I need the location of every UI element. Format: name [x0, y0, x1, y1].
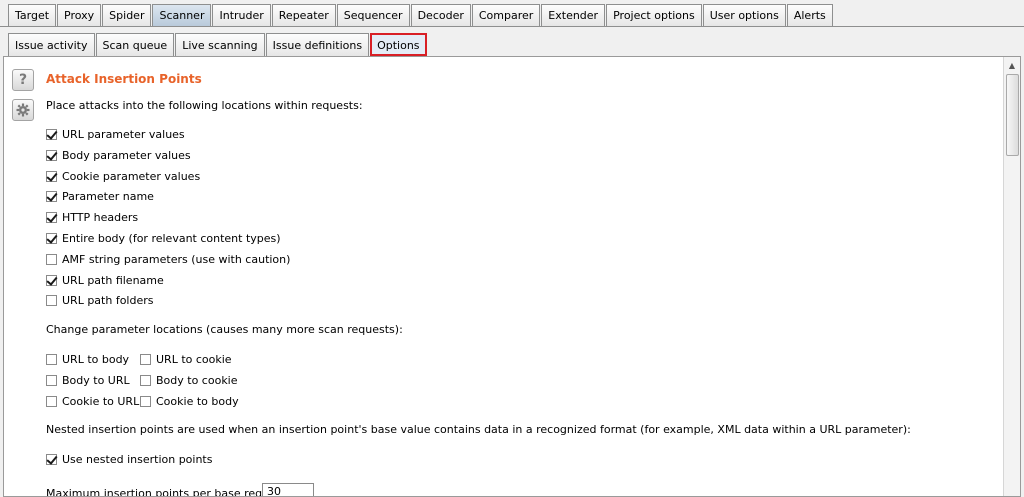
tab-sequencer[interactable]: Sequencer	[336, 4, 410, 26]
change-location-checkbox-1[interactable]: URL to body	[46, 353, 129, 366]
checkbox-box[interactable]	[46, 253, 57, 265]
location-checkbox-5[interactable]: HTTP headers	[46, 211, 138, 224]
checkbox-box[interactable]	[46, 129, 57, 140]
gear-icon-graphic	[16, 103, 30, 117]
checkbox-box[interactable]	[46, 354, 57, 365]
checkbox-box[interactable]	[46, 375, 57, 386]
tab-scanner[interactable]: Scanner	[152, 4, 212, 26]
scroll-up-icon[interactable]: ▲	[1004, 57, 1020, 73]
options-panel: ? Attack Insertion Points Place attacks …	[3, 56, 1021, 497]
location-checkbox-6[interactable]: Entire body (for relevant content types)	[46, 232, 281, 245]
location-checkbox-1[interactable]: URL parameter values	[46, 128, 185, 141]
location-checkbox-8[interactable]: URL path filename	[46, 274, 164, 287]
checkbox-box[interactable]	[46, 295, 57, 307]
help-icon[interactable]: ?	[12, 69, 34, 91]
subtab-options[interactable]: Options	[370, 33, 427, 56]
location-checkbox-7[interactable]: AMF string parameters (use with caution)	[46, 253, 290, 266]
change-location-checkbox-3[interactable]: Body to URL	[46, 374, 130, 387]
checkbox-label: AMF string parameters (use with caution)	[62, 252, 291, 266]
change-location-checkbox-4[interactable]: Body to cookie	[140, 374, 238, 387]
checkbox-box[interactable]	[46, 191, 57, 203]
sub-tab-bar: Issue activity Scan queue Live scanning Iss…	[8, 33, 428, 56]
checkbox-label: Entire body (for relevant content types)	[62, 232, 281, 245]
checkbox-box[interactable]	[46, 274, 57, 286]
checkbox-label: URL path filename	[62, 273, 164, 287]
checkbox-box[interactable]	[140, 396, 151, 407]
location-checkbox-3[interactable]: Cookie parameter values	[46, 170, 200, 183]
checkbox-label: URL parameter values	[62, 128, 185, 141]
max-insertion-input[interactable]: 30	[262, 483, 314, 496]
checkbox-box[interactable]	[46, 233, 57, 244]
tab-proxy[interactable]: Proxy	[57, 4, 102, 26]
vertical-scrollbar[interactable]: ▲	[1003, 57, 1020, 496]
checkbox-label: URL to body	[62, 353, 130, 366]
tab-intruder[interactable]: Intruder	[212, 4, 271, 26]
checkbox-box[interactable]	[140, 354, 151, 365]
checkbox-label: URL to cookie	[156, 353, 232, 366]
tab-decoder[interactable]: Decoder	[410, 4, 471, 26]
checkbox-label: HTTP headers	[62, 211, 139, 225]
checkbox-label: Body to cookie	[156, 374, 238, 387]
tab-user-options[interactable]: User options	[702, 4, 786, 26]
location-checkbox-9[interactable]: URL path folders	[46, 294, 154, 307]
checkbox-box[interactable]	[46, 212, 57, 224]
location-checkbox-2[interactable]: Body parameter values	[46, 149, 191, 162]
change-locations-text: Change parameter locations (causes many …	[46, 323, 403, 336]
gear-icon[interactable]	[12, 99, 34, 121]
change-location-checkbox-2[interactable]: URL to cookie	[140, 353, 232, 366]
subtab-scan-queue[interactable]: Scan queue	[95, 33, 175, 56]
use-nested-checkbox[interactable]: Use nested insertion points	[46, 453, 212, 466]
tab-repeater[interactable]: Repeater	[271, 4, 336, 26]
tab-target[interactable]: Target	[8, 4, 57, 26]
subtab-issue-activity[interactable]: Issue activity	[8, 33, 95, 56]
tab-alerts[interactable]: Alerts	[786, 4, 833, 26]
nested-text: Nested insertion points are used when an…	[46, 423, 911, 436]
max-insertion-label: Maximum insertion points per base reques…	[46, 487, 290, 497]
scroll-thumb[interactable]	[1006, 74, 1019, 156]
main-tab-bar: Target Proxy Spider Scanner Intruder Repeater…	[8, 4, 834, 26]
checkbox-label: Cookie to body	[156, 395, 239, 408]
tab-project-options[interactable]: Project options	[606, 4, 702, 26]
checkbox-box[interactable]	[46, 170, 57, 182]
checkbox-label: Cookie to URL	[62, 395, 140, 408]
checkbox-label: Cookie parameter values	[62, 169, 201, 183]
checkbox-label: Body parameter values	[62, 148, 191, 162]
checkbox-box[interactable]	[46, 396, 57, 407]
tab-extender[interactable]: Extender	[541, 4, 606, 26]
tab-comparer[interactable]: Comparer	[471, 4, 541, 26]
checkbox-box[interactable]	[46, 454, 57, 465]
section-title: Attack Insertion Points	[46, 72, 202, 86]
subtab-issue-definitions[interactable]: Issue definitions	[265, 33, 370, 56]
checkbox-label: Body to URL	[62, 374, 130, 387]
section-icons: ?	[12, 69, 34, 129]
checkbox-label: Parameter name	[62, 190, 154, 204]
checkbox-box[interactable]	[140, 375, 151, 386]
change-location-checkbox-5[interactable]: Cookie to URL	[46, 395, 139, 408]
intro-text: Place attacks into the following locatio…	[46, 99, 363, 112]
checkbox-label: Use nested insertion points	[62, 453, 213, 466]
location-checkbox-4[interactable]: Parameter name	[46, 190, 154, 203]
subtab-live-scanning[interactable]: Live scanning	[175, 33, 265, 56]
checkbox-box[interactable]	[46, 149, 57, 161]
checkbox-label: URL path folders	[62, 294, 154, 308]
change-location-checkbox-6[interactable]: Cookie to body	[140, 395, 239, 408]
tab-divider	[0, 26, 1024, 27]
tab-spider[interactable]: Spider	[102, 4, 152, 26]
